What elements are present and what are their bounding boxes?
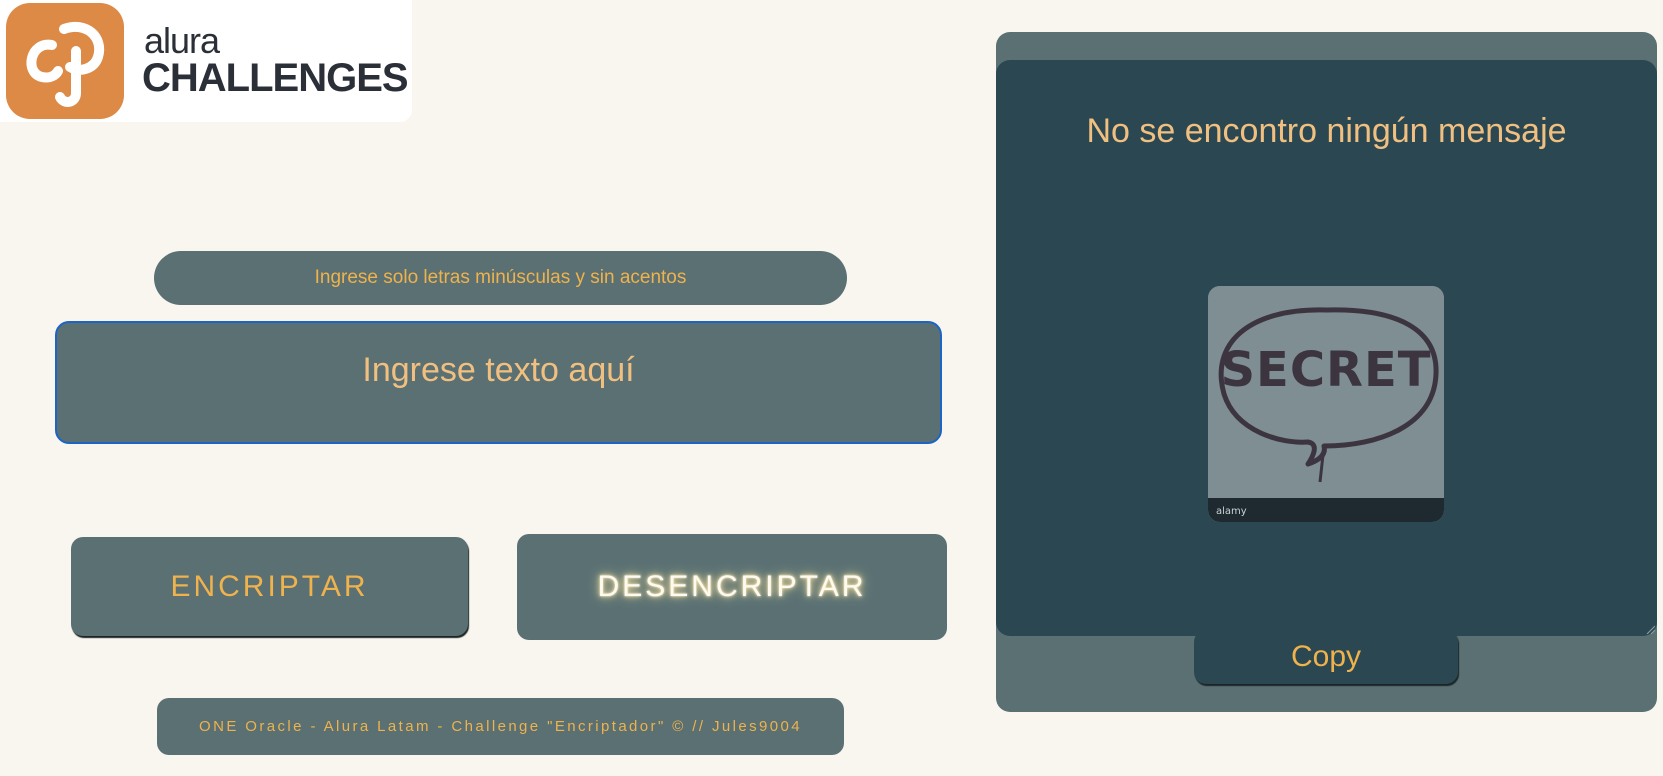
secret-illustration: SECRET alamy bbox=[1208, 286, 1444, 522]
decrypt-button[interactable]: DESENCRIPTAR bbox=[517, 534, 947, 640]
copy-button[interactable]: Copy bbox=[1194, 630, 1458, 684]
message-input[interactable] bbox=[55, 321, 942, 444]
encrypt-button[interactable]: ENCRIPTAR bbox=[71, 537, 468, 636]
logo-wordmark-bottom: CHALLENGES bbox=[142, 56, 409, 100]
footer-credits: ONE Oracle - Alura Latam - Challenge "En… bbox=[157, 698, 844, 755]
copy-button-label: Copy bbox=[1290, 640, 1362, 673]
input-hint-banner: Ingrese solo letras minúsculas y sin ace… bbox=[154, 251, 847, 305]
output-empty-message: No se encontro ningún mensaje bbox=[1086, 112, 1567, 150]
footer-text: ONE Oracle - Alura Latam - Challenge "En… bbox=[199, 718, 802, 735]
alura-logo-icon bbox=[6, 3, 124, 119]
output-area[interactable]: No se encontro ningún mensaje SECRET ala… bbox=[996, 60, 1657, 636]
input-hint-text: Ingrese solo letras minúsculas y sin ace… bbox=[314, 267, 687, 288]
decrypt-button-label: DESENCRIPTAR bbox=[597, 570, 867, 603]
resize-grip-icon[interactable] bbox=[1645, 624, 1655, 634]
secret-word: SECRET bbox=[1220, 342, 1431, 398]
alura-challenges-logo: alura CHALLENGES bbox=[0, 0, 412, 122]
encrypt-button-label: ENCRIPTAR bbox=[170, 569, 369, 603]
image-watermark: alamy bbox=[1216, 506, 1247, 517]
output-panel: No se encontro ningún mensaje SECRET ala… bbox=[996, 32, 1657, 712]
